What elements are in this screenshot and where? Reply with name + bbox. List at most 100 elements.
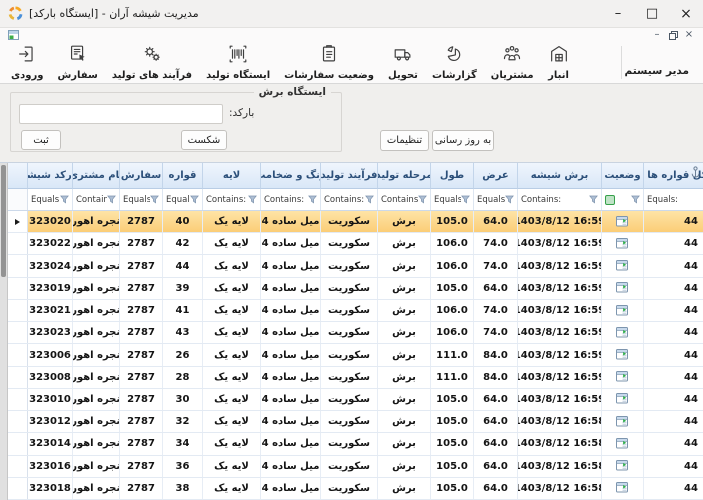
table-sync-icon: [616, 260, 629, 272]
table-row[interactable]: 323006پنجره اهورا278726لایه یکمیل ساده 4…: [8, 344, 703, 366]
column-header[interactable]: لایه: [203, 163, 261, 189]
toolbar-item-3[interactable]: فرآیند های تولید: [105, 42, 199, 83]
table-cell: 2787: [120, 322, 163, 343]
table-row[interactable]: 323024پنجره اهورا278744لایه یکمیل ساده 4…: [8, 255, 703, 277]
filter-cell[interactable]: Equals:: [644, 189, 703, 210]
table-row[interactable]: 323022پنجره اهورا278742لایه یکمیل ساده 4…: [8, 233, 703, 255]
filter-funnel-icon[interactable]: [418, 195, 427, 204]
table-row[interactable]: 323020پنجره اهورا278740لایه یکمیل ساده 4…: [8, 211, 703, 233]
table-row[interactable]: 323012پنجره اهورا278732لایه یکمیل ساده 4…: [8, 411, 703, 433]
barcode-grid: بارکد شیشهنام مشتریسفارشقوارهلایهرنگ و ض…: [0, 162, 703, 500]
filter-funnel-icon[interactable]: [505, 195, 514, 204]
column-header[interactable]: نام مشتری: [73, 163, 120, 189]
filter-funnel-icon[interactable]: [107, 195, 116, 204]
barcode-input[interactable]: [19, 104, 223, 124]
submit-button[interactable]: ثبت: [21, 130, 61, 150]
filter-cell[interactable]: Contains:: [378, 189, 431, 210]
table-sync-icon: [616, 305, 629, 317]
table-cell: 111.0: [431, 344, 474, 365]
filter-funnel-icon[interactable]: [631, 195, 640, 204]
table-row[interactable]: 323021پنجره اهورا278741لایه یکمیل ساده 4…: [8, 300, 703, 322]
maximize-button[interactable]: □: [635, 0, 669, 27]
table-cell: میل ساده 4: [261, 322, 321, 343]
filter-funnel-icon[interactable]: [589, 195, 598, 204]
entry-icon: [16, 43, 38, 69]
status-icon-cell: [602, 478, 644, 499]
toolbar-item-8[interactable]: مشتریان: [484, 42, 541, 83]
filter-cell[interactable]: Equals:: [431, 189, 474, 210]
close-button[interactable]: ×: [669, 0, 703, 27]
filter-funnel-icon[interactable]: [60, 195, 69, 204]
toolbar-item-1[interactable]: ورودی: [4, 42, 51, 83]
toolbar-item-6[interactable]: تحویل: [381, 42, 425, 83]
filter-cell[interactable]: [602, 189, 644, 210]
barcode-label: بارکد:: [229, 107, 254, 119]
table-row[interactable]: 323023پنجره اهورا278743لایه یکمیل ساده 4…: [8, 322, 703, 344]
column-header[interactable]: قواره: [163, 163, 203, 189]
filter-funnel-icon[interactable]: [248, 195, 257, 204]
table-row[interactable]: 323014پنجره اهورا278734لایه یکمیل ساده 4…: [8, 433, 703, 455]
table-cell: 44: [644, 344, 703, 365]
minimize-button[interactable]: –: [601, 0, 635, 27]
filter-funnel-icon[interactable]: [150, 195, 159, 204]
filter-funnel-icon[interactable]: [461, 195, 470, 204]
filter-funnel-icon[interactable]: [308, 195, 317, 204]
production-processes-icon: [141, 43, 163, 69]
column-header[interactable]: وضعیت: [602, 163, 644, 189]
toolbar-item-2[interactable]: سفارش: [51, 42, 105, 83]
mdi-close-button[interactable]: ×: [681, 29, 697, 41]
filter-cell[interactable]: Contains:: [203, 189, 261, 210]
toolbar-item-9[interactable]: انبار: [541, 42, 577, 83]
pin-icon[interactable]: [691, 166, 700, 178]
status-icon-cell: [602, 456, 644, 477]
table-cell: پنجره اهورا: [73, 389, 120, 410]
workspace: ایستگاه برش بارکد: شکست ثبت تنظیمات به ر…: [0, 84, 703, 162]
table-cell: میل ساده 4: [261, 344, 321, 365]
table-sync-icon: [616, 349, 629, 361]
row-indicator: [8, 478, 28, 499]
column-header[interactable]: برش شیشه: [518, 163, 602, 189]
column-header[interactable]: سفارش: [120, 163, 163, 189]
table-row[interactable]: 323016پنجره اهورا278736لایه یکمیل ساده 4…: [8, 456, 703, 478]
table-cell: سکوریت: [321, 389, 378, 410]
filter-cell[interactable]: Contains:: [261, 189, 321, 210]
status-icon-cell: [602, 433, 644, 454]
table-row[interactable]: 323010پنجره اهورا278730لایه یکمیل ساده 4…: [8, 389, 703, 411]
toolbar-item-4[interactable]: ایستگاه تولید: [199, 42, 277, 83]
table-cell: 64.0: [474, 478, 518, 499]
settings-button[interactable]: تنظیمات: [380, 130, 429, 151]
break-button[interactable]: شکست: [181, 130, 227, 150]
filter-cell[interactable]: Contains:: [321, 189, 378, 210]
scrollbar-thumb[interactable]: [1, 165, 6, 277]
filter-cell[interactable]: Equals:: [474, 189, 518, 210]
toolbar-item-5[interactable]: وضعیت سفارشات: [277, 42, 381, 83]
refresh-button[interactable]: به روز رسانی: [432, 130, 494, 151]
table-row[interactable]: 323008پنجره اهورا278728لایه یکمیل ساده 4…: [8, 367, 703, 389]
table-cell: 44: [644, 211, 703, 232]
column-header[interactable]: طول: [431, 163, 474, 189]
grid-scrollbar[interactable]: [0, 163, 8, 500]
filter-funnel-icon[interactable]: [365, 195, 374, 204]
filter-cell[interactable]: Equals:: [163, 189, 203, 210]
mdi-minimize-button[interactable]: –: [649, 29, 665, 41]
column-header[interactable]: فرآیند تولید: [321, 163, 378, 189]
filter-operator-label: Contains:: [521, 195, 561, 205]
row-indicator: [8, 389, 28, 410]
filter-cell[interactable]: Equals:: [28, 189, 73, 210]
column-header[interactable]: مرحله تولید: [378, 163, 431, 189]
column-header[interactable]: بارکد شیشه: [28, 163, 73, 189]
filter-cell[interactable]: Contains:: [518, 189, 602, 210]
table-cell: پنجره اهورا: [73, 322, 120, 343]
mdi-restore-button[interactable]: [665, 29, 681, 41]
filter-funnel-icon[interactable]: [190, 195, 199, 204]
table-row[interactable]: 323018پنجره اهورا278738لایه یکمیل ساده 4…: [8, 478, 703, 500]
table-sync-icon: [616, 438, 629, 450]
filter-cell[interactable]: Contains:: [73, 189, 120, 210]
toolbar-item-7[interactable]: گزارشات: [425, 42, 484, 83]
column-header[interactable]: عرض: [474, 163, 518, 189]
filter-cell[interactable]: Equals:: [120, 189, 163, 210]
column-header[interactable]: رنگ و ضخامت: [261, 163, 321, 189]
table-row[interactable]: 323019پنجره اهورا278739لایه یکمیل ساده 4…: [8, 278, 703, 300]
table-cell: 2787: [120, 367, 163, 388]
table-cell: سکوریت: [321, 300, 378, 321]
